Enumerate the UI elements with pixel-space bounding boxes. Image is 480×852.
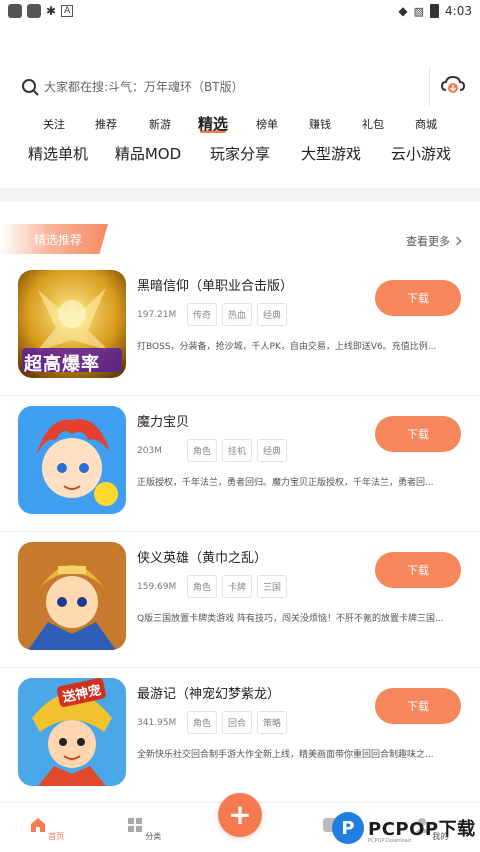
game-description: 正版授权，千年法兰，勇者回归。魔力宝贝正版授权，千年法兰，勇者回... [137,478,434,488]
category-tabs: 关注 推荐 新游 精选 榜单 赚钱 礼包 商城 [0,113,480,138]
game-description: Q版三国放置卡牌类游戏 阵有技巧，闯关没烦恼！不肝不氪的放置卡牌三国... [137,614,444,624]
subtab-mod[interactable]: 精品MOD [115,143,181,164]
wifi-icon: ◆ [398,4,408,18]
status-bar: ✱ A ◆ ▧ 4:03 [0,0,480,22]
game-name: 最游记（神宠幻梦紫龙） [137,687,281,702]
add-button[interactable]: + [218,793,262,837]
chevron-right-icon [452,236,462,246]
tab-earn[interactable]: 赚钱 [309,116,331,132]
grid-icon [127,818,142,832]
game-item[interactable]: 超高爆率 黑暗信仰（单职业合击版） 197.21M 传奇 热血 经典 打BOSS… [0,260,480,396]
game-tag: 三国 [257,575,288,598]
tab-gifts[interactable]: 礼包 [362,116,384,132]
game-meta: 197.21M 传奇 热血 经典 [137,303,292,326]
game-tag: 策略 [257,711,288,734]
watermark-subtext: PCPOP Download [368,838,411,844]
bug-icon: ✱ [46,4,57,18]
game-tag: 角色 [187,711,218,734]
subtab-single-player[interactable]: 精选单机 [28,143,88,164]
tab-store[interactable]: 商城 [415,116,437,132]
nav-category[interactable]: 分类 [114,817,174,842]
game-tag: 角色 [187,575,218,598]
game-meta: 341.95M 角色 回合 策略 [137,711,292,734]
game-size: 203M [137,445,162,456]
game-tag: 传奇 [187,303,218,326]
thumb-caption: 超高爆率 [24,354,100,375]
watermark-logo: P [332,812,364,844]
tab-follow[interactable]: 关注 [43,116,65,132]
game-name: 侠义英雄（黄巾之乱） [137,551,268,566]
game-tag: 挂机 [222,439,253,462]
game-size: 197.21M [137,309,177,320]
game-tag: 回合 [222,711,253,734]
game-size: 341.95M [137,717,177,728]
game-name: 黑暗信仰（单职业合击版） [137,279,294,294]
search-placeholder: 大家都在搜:斗气：万年魂环（BT版） [44,79,244,94]
section-title-text: 精选推荐 [34,232,83,247]
nav-home-label: 首页 [48,832,65,841]
game-meta: 203M 角色 挂机 经典 [137,439,292,462]
notification-icon [27,4,41,18]
search-bar[interactable]: 大家都在搜:斗气：万年魂环（BT版） [12,66,430,106]
subtab-large-games[interactable]: 大型游戏 [301,143,361,164]
game-description: 打BOSS，分装备，抢沙城，千人PK，自由交易，上线即送V6。充值比例... [137,342,437,352]
download-button[interactable]: 下载 [375,416,461,452]
download-button[interactable]: 下载 [375,280,461,316]
game-tag: 经典 [257,439,288,462]
no-sim-icon: ▧ [413,4,425,18]
game-meta: 159.69M 角色 卡牌 三国 [137,575,292,598]
app-screen: ✱ A ◆ ▧ 4:03 大家都在搜:斗气：万年魂环（BT版） 关注 推荐 新游… [0,0,480,852]
game-item[interactable]: 魔力宝贝 203M 角色 挂机 经典 正版授权，千年法兰，勇者回归。魔力宝贝正版… [0,396,480,532]
tab-recommend[interactable]: 推荐 [95,116,117,132]
game-icon: 送神宠 [18,678,126,786]
search-icon [22,79,36,93]
plus-icon: + [228,798,252,831]
section-title: 精选推荐 [0,224,108,254]
home-icon [30,818,45,832]
see-more-link[interactable]: 查看更多 [406,233,462,249]
tab-featured[interactable]: 精选 [198,113,228,134]
game-icon [18,542,126,650]
game-tag: 卡牌 [222,575,253,598]
download-button[interactable]: 下载 [375,688,461,724]
tab-rankings[interactable]: 榜单 [256,116,278,132]
status-time: 4:03 [445,4,472,18]
nav-category-label: 分类 [145,832,162,841]
download-manager-icon[interactable] [440,72,466,98]
notification-icon [8,4,22,18]
see-more-label: 查看更多 [406,235,450,248]
watermark: P PCPOP下载 PCPOP Download [332,812,476,844]
section-divider [0,188,480,202]
game-tag: 经典 [257,303,288,326]
sub-tabs: 精选单机 精品MOD 玩家分享 大型游戏 云小游戏 [0,143,480,169]
subtab-player-share[interactable]: 玩家分享 [210,143,270,164]
subtab-cloud-games[interactable]: 云小游戏 [391,143,451,164]
battery-icon [430,4,440,18]
game-name: 魔力宝贝 [137,415,190,430]
tab-new-games[interactable]: 新游 [149,116,171,132]
game-icon [18,406,126,514]
a-icon: A [61,5,74,17]
game-description: 全新快乐社交回合制手游大作全新上线，精美画面带你重回回合制趣味之... [137,750,434,760]
game-size: 159.69M [137,581,177,592]
game-item[interactable]: 侠义英雄（黄巾之乱） 159.69M 角色 卡牌 三国 Q版三国放置卡牌类游戏 … [0,532,480,668]
game-tag: 角色 [187,439,218,462]
download-button[interactable]: 下载 [375,552,461,588]
game-icon: 超高爆率 [18,270,126,378]
nav-home[interactable]: 首页 [17,817,77,842]
game-item[interactable]: 送神宠 最游记（神宠幻梦紫龙） 341.95M 角色 回合 策略 全新快乐社交回… [0,668,480,804]
game-tag: 热血 [222,303,253,326]
